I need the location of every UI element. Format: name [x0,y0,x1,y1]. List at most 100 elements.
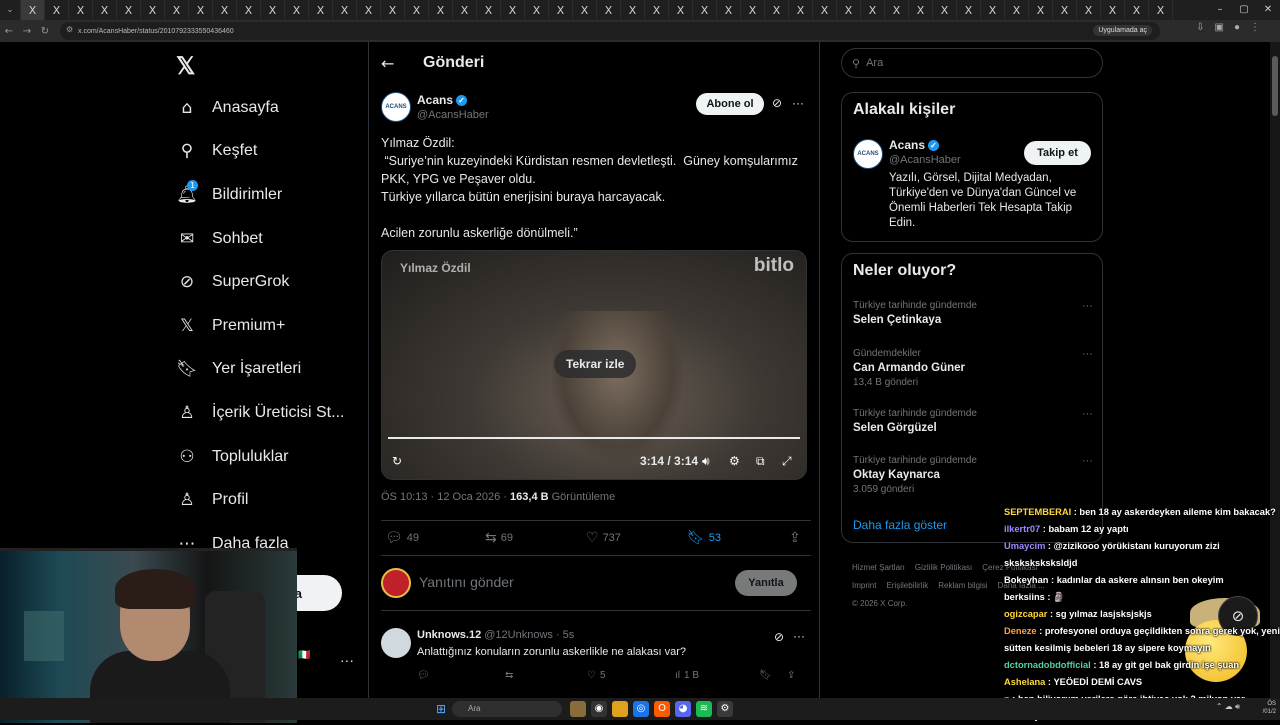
browser-tab[interactable]: X [981,0,1005,20]
browser-tab[interactable]: X [1077,0,1101,20]
repost-action[interactable]: ⇆ 69 [485,530,513,546]
sidebar-item-x-premium[interactable]: 𝕏 Premium+ [176,304,344,348]
folder-icon[interactable] [612,701,628,717]
browser-tab[interactable]: X [1125,0,1149,20]
more-options-icon[interactable]: ··· [792,96,804,110]
sidebar-item-mail[interactable]: ✉ Sohbet [176,217,344,261]
taskbar-app-icon[interactable]: ◉ [591,701,607,717]
footer-link[interactable]: Gizlilik Politikası [915,563,972,572]
sidebar-item-bookmark[interactable]: 🔖︎ Yer İşaretleri [176,348,344,392]
browser-tab[interactable]: X [717,0,741,20]
browser-tab[interactable]: X [1053,0,1077,20]
chat-username[interactable]: ilkertr07 [1004,524,1040,534]
maximize-icon[interactable]: ▢ [1232,0,1256,20]
sidebar-item-communities[interactable]: ⚇ Topluluklar [176,435,344,479]
related-display-name[interactable]: Acans [889,138,925,152]
close-window-icon[interactable]: ✕ [1256,0,1280,20]
reply-repost-icon[interactable]: ⇆ [505,670,513,681]
avatar[interactable] [381,628,411,658]
avatar[interactable]: ACANS [381,92,411,122]
footer-link[interactable]: Erişilebilirlik [886,581,928,590]
windows-start-icon[interactable]: ⊞ [436,702,446,716]
browser-tab[interactable]: X [93,0,117,20]
browser-tab[interactable]: X [1149,0,1173,20]
sidebar-item-search[interactable]: ⚲ Keşfet [176,130,344,174]
trend-item[interactable]: Gündemdekiler Can Armando Güner 13,4 B gön… [853,348,1093,388]
back-nav-icon[interactable]: ← [0,26,18,37]
tab-search-menu-icon[interactable]: ⌄ [0,0,21,20]
account-more-icon[interactable]: ··· [340,652,354,668]
fullscreen-icon[interactable]: ⤢ [782,454,792,469]
chrome-icon[interactable]: ◎ [633,701,649,717]
browser-tab[interactable]: X [573,0,597,20]
chat-username[interactable]: ogizcapar [1004,609,1047,619]
video-player[interactable]: Yılmaz Özdil bitlo Tekrar izle ↻ 3:14 / … [381,250,807,480]
chat-username[interactable]: SEPTEMBERAI [1004,507,1071,517]
browser-tab[interactable]: X [69,0,93,20]
search-input[interactable]: ⚲ Ara [841,48,1103,78]
sidebar-item-home[interactable]: ⌂ Anasayfa [176,86,344,130]
chat-username[interactable]: berksiins [1004,592,1045,602]
profile-avatar-icon[interactable]: ● [1234,22,1240,33]
pip-icon[interactable]: ⧉ [756,454,765,469]
reply-input[interactable]: Yanıtını gönder [419,574,514,590]
browser-tab[interactable]: X [741,0,765,20]
download-icon[interactable]: ⇩ [1196,22,1204,33]
reply-button[interactable]: Yanıtla [735,570,797,596]
browser-tab[interactable]: X [597,0,621,20]
trend-more-icon[interactable]: ··· [1082,348,1093,360]
browser-tab[interactable]: X [333,0,357,20]
sidebar-item-grok[interactable]: ⊘ SuperGrok [176,260,344,304]
x-logo-icon[interactable]: 𝕏 [176,52,195,81]
browser-tab[interactable]: X [405,0,429,20]
browser-tab[interactable]: X [477,0,501,20]
settings-icon[interactable]: ⚙ [729,454,740,468]
minimize-icon[interactable]: – [1208,0,1232,20]
author-handle[interactable]: @AcansHaber [417,109,489,121]
footer-link[interactable]: Reklam bilgisi [938,581,987,590]
browser-tab[interactable]: X [501,0,525,20]
trend-item[interactable]: Türkiye tarihinde gündemde Oktay Kaynarca… [853,455,1093,495]
sidebar-item-profile[interactable]: ♙ Profil [176,478,344,522]
share-action[interactable]: ⇪ [789,530,801,546]
author-display-name[interactable]: Acans [417,93,453,107]
browser-tab[interactable]: X [885,0,909,20]
browser-tab[interactable]: X [933,0,957,20]
address-bar[interactable]: ⚙ x.com/AcansHaber/status/20107923335504… [60,22,1160,40]
reply-action[interactable]: 💬︎ 49 [385,530,419,546]
browser-tab[interactable]: X [237,0,261,20]
browser-tab[interactable]: X [1005,0,1029,20]
browser-tab[interactable]: X [1029,0,1053,20]
browser-tab[interactable]: X [189,0,213,20]
browser-tab[interactable]: X [141,0,165,20]
replay-icon[interactable]: ↻ [392,454,402,468]
trend-more-icon[interactable]: ··· [1082,455,1093,467]
browser-tab[interactable]: X [429,0,453,20]
browser-tab[interactable]: X [381,0,405,20]
follow-button[interactable]: Takip et [1024,141,1091,165]
reply-handle-time[interactable]: @12Unknows · 5s [484,629,574,641]
back-arrow-icon[interactable]: ← [381,54,403,73]
trend-item[interactable]: Türkiye tarihinde gündemde Selen Görgüzel… [853,408,1093,434]
reply-grok-icon[interactable]: ⊘ [774,630,784,644]
chat-username[interactable]: Ashelana [1004,677,1045,687]
subscribe-button[interactable]: Abone ol [696,93,764,115]
footer-link[interactable]: © 2026 X Corp. [852,599,907,608]
browser-tab[interactable]: X [813,0,837,20]
trend-item[interactable]: Türkiye tarihinde gündemde Selen Çetinkay… [853,300,1093,326]
like-action[interactable]: ♡ 737 [586,530,621,546]
forward-nav-icon[interactable]: → [18,26,36,37]
reply-views-action[interactable]: ıl 1 B [675,670,699,681]
extensions-icon[interactable]: ▣ [1215,22,1224,33]
chat-username[interactable]: Bokeyhan [1004,575,1048,585]
browser-tab[interactable]: X [261,0,285,20]
related-avatar[interactable]: ACANS [853,139,883,169]
browser-tab[interactable]: X [669,0,693,20]
taskbar-app-icon[interactable] [570,701,586,717]
post-author[interactable]: ACANS Acans ✓ @AcansHaber [381,92,489,122]
browser-tab[interactable]: X [165,0,189,20]
open-in-app-button[interactable]: Uygulamada aç [1093,25,1152,36]
browser-tab[interactable]: X [693,0,717,20]
sidebar-item-bell[interactable]: 🔔︎ 1 Bildirimler [176,173,344,217]
show-more-link[interactable]: Daha fazla göster [853,518,947,532]
